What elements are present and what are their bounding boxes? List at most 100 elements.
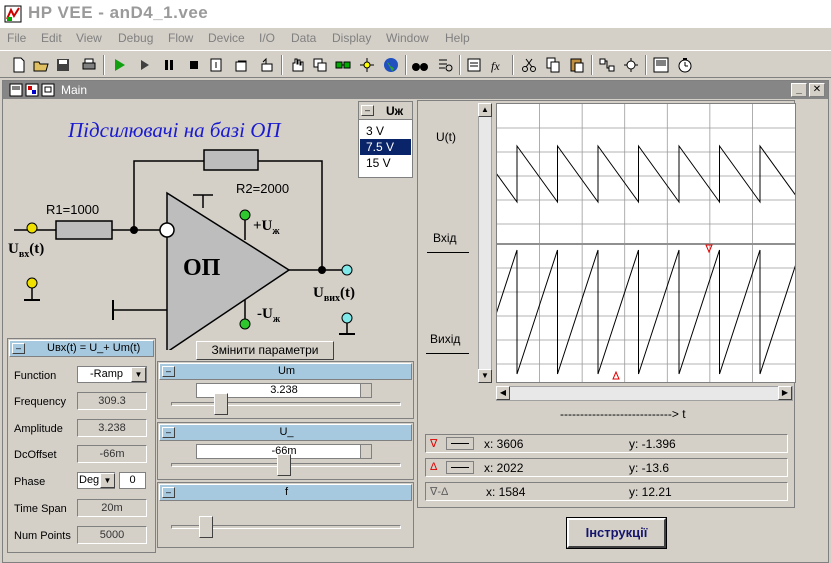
formula-icon[interactable]: fx xyxy=(489,56,507,74)
find-icon[interactable] xyxy=(436,56,454,74)
menu-edit[interactable]: Edit xyxy=(41,31,62,45)
change-parameters-button[interactable]: Змінити параметри xyxy=(196,341,334,360)
print-icon[interactable] xyxy=(80,56,98,74)
debug-settings-icon[interactable] xyxy=(622,56,640,74)
step-out-icon[interactable] xyxy=(257,56,275,74)
f-slider-panel: – f xyxy=(157,482,414,548)
output-trace-label: Вихід xyxy=(430,332,461,346)
copy-object-icon[interactable] xyxy=(311,56,329,74)
waveform-plot[interactable] xyxy=(476,103,831,383)
close-button[interactable]: ✕ xyxy=(809,83,825,97)
u-t-label: U(t) xyxy=(436,130,456,144)
function-label: Function xyxy=(14,370,57,382)
menu-bar: File Edit View Debug Flow Device I/O Dat… xyxy=(0,28,831,49)
marker-line-style[interactable] xyxy=(446,461,474,474)
marker-line-style[interactable] xyxy=(446,437,474,450)
collapse-button[interactable]: – xyxy=(361,105,374,116)
cyan-terminal xyxy=(341,312,353,324)
menu-device[interactable]: Device xyxy=(208,31,245,45)
menu-help[interactable]: Help xyxy=(445,31,470,45)
resistor-r1 xyxy=(55,220,113,240)
output-trace-line xyxy=(476,249,831,375)
menu-data[interactable]: Data xyxy=(291,31,316,45)
toolbar-separator xyxy=(512,55,514,75)
amplitude-label: Amplitude xyxy=(14,423,63,435)
spin-button[interactable] xyxy=(360,384,371,397)
main-window-titlebar[interactable]: Main _ ✕ xyxy=(3,81,828,99)
step-icon[interactable] xyxy=(136,56,154,74)
marker-down-icon xyxy=(705,244,713,254)
marker-up-icon xyxy=(612,370,620,380)
stop-icon[interactable] xyxy=(185,56,203,74)
um-slider-thumb[interactable] xyxy=(214,393,229,415)
properties-icon[interactable] xyxy=(465,56,483,74)
time-axis-label: ----------------------------> t xyxy=(560,407,686,421)
spin-button[interactable] xyxy=(360,445,371,458)
run-icon[interactable] xyxy=(111,56,129,74)
dropdown-arrow-icon[interactable]: ▼ xyxy=(100,473,115,488)
supply-voltage-selector: – Uж 3 V 7.5 V 15 V xyxy=(358,101,413,178)
selector-title: Uж xyxy=(386,104,404,118)
scroll-right-button[interactable]: ▶ xyxy=(778,386,792,400)
plus-supply-label: +Uж xyxy=(253,218,280,237)
cut-icon[interactable] xyxy=(520,56,538,74)
marker-1-y: y: -1.396 xyxy=(629,437,676,451)
collapse-button[interactable]: – xyxy=(12,343,25,354)
step-into-icon[interactable] xyxy=(208,56,226,74)
dc-slider-thumb[interactable] xyxy=(276,454,291,476)
scroll-left-button[interactable]: ◀ xyxy=(496,386,510,400)
marker-up-icon: Δ xyxy=(430,461,438,473)
minimize-button[interactable]: _ xyxy=(791,83,807,97)
menu-flow[interactable]: Flow xyxy=(168,31,193,45)
menu-debug[interactable]: Debug xyxy=(118,31,153,45)
dc-slider-title: U_ xyxy=(279,426,294,438)
voltage-option-3v[interactable]: 3 V xyxy=(360,123,411,139)
dropdown-arrow-icon[interactable]: ▼ xyxy=(131,367,146,382)
menu-window[interactable]: Window xyxy=(386,31,429,45)
panel-view-icon[interactable] xyxy=(41,83,55,97)
menu-view[interactable]: View xyxy=(76,31,102,45)
open-folder-icon[interactable] xyxy=(32,56,50,74)
marker-down-icon: ∇ xyxy=(430,438,438,450)
menu-display[interactable]: Display xyxy=(332,31,371,45)
voltage-option-15v[interactable]: 15 V xyxy=(360,155,411,171)
scroll-up-button[interactable]: ▲ xyxy=(478,103,492,117)
line-probe-icon[interactable] xyxy=(598,56,616,74)
function-select[interactable]: -Ramp ▼ xyxy=(77,366,147,383)
connect-icon[interactable] xyxy=(334,56,352,74)
save-icon[interactable] xyxy=(54,56,72,74)
binoculars-icon[interactable] xyxy=(411,56,429,74)
hand-icon[interactable] xyxy=(288,56,306,74)
detail-view-icon[interactable] xyxy=(25,83,39,97)
step-over-icon[interactable] xyxy=(233,56,251,74)
um-slider-track[interactable] xyxy=(171,402,401,406)
toolbar-separator xyxy=(281,55,283,75)
network-icon[interactable] xyxy=(358,56,376,74)
marker-delta-x: x: 1584 xyxy=(486,485,526,499)
opamp-label: ОП xyxy=(183,255,221,281)
paste-icon[interactable] xyxy=(568,56,586,74)
phase-input[interactable]: 0 xyxy=(119,472,146,489)
globe-icon[interactable] xyxy=(382,56,400,74)
vertical-scrollbar[interactable]: ▲ ▼ xyxy=(478,103,492,383)
new-file-icon[interactable] xyxy=(10,56,28,74)
pause-icon[interactable] xyxy=(160,56,178,74)
voltage-option-7-5v[interactable]: 7.5 V xyxy=(360,139,411,155)
horizontal-scrollbar[interactable]: ◀ ▶ xyxy=(496,386,793,401)
svg-text:fx: fx xyxy=(491,59,500,73)
timer-icon[interactable] xyxy=(676,56,694,74)
um-slider-panel: – Um 3.238 xyxy=(157,361,414,419)
marker-1-x: x: 3606 xyxy=(484,437,524,451)
dc-slider-panel: – U_ -66m xyxy=(157,422,414,480)
f-slider-thumb[interactable] xyxy=(199,516,214,538)
panel-view-icon[interactable] xyxy=(652,56,670,74)
um-slider-header: – Um xyxy=(159,363,412,380)
menu-io[interactable]: I/O xyxy=(259,31,275,45)
phase-unit-select[interactable]: Deg ▼ xyxy=(77,472,115,489)
copy-icon[interactable] xyxy=(544,56,562,74)
um-slider-title: Um xyxy=(277,365,296,377)
instructions-button[interactable]: Інструкції xyxy=(566,517,667,549)
toolbar-separator xyxy=(405,55,407,75)
scroll-down-button[interactable]: ▼ xyxy=(478,369,492,383)
menu-file[interactable]: File xyxy=(7,31,26,45)
